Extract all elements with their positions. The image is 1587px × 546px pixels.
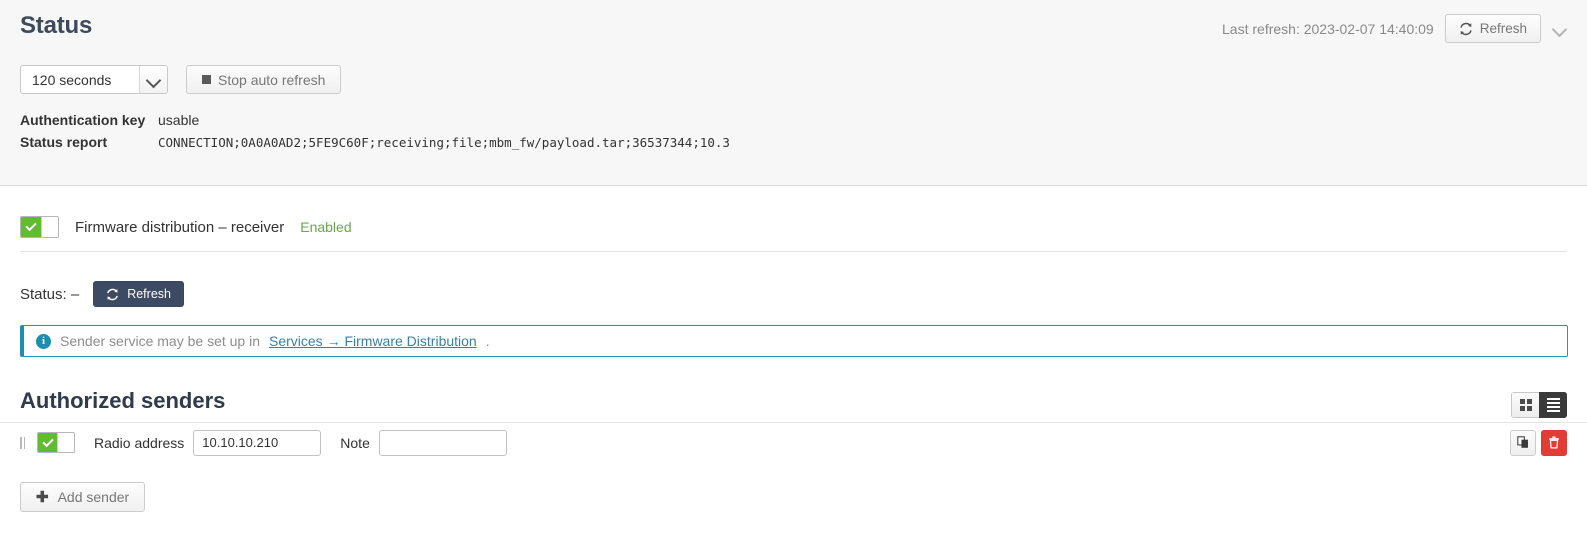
alert-text-before: Sender service may be set up in bbox=[60, 333, 260, 349]
header-refresh-group: Last refresh: 2023-02-07 14:40:09 Refres… bbox=[1222, 14, 1567, 43]
stop-auto-refresh-button[interactable]: Stop auto refresh bbox=[186, 65, 342, 94]
grid-icon bbox=[1519, 399, 1532, 411]
delete-sender-button[interactable] bbox=[1541, 429, 1567, 456]
last-refresh-label: Last refresh: 2023-02-07 14:40:09 bbox=[1222, 20, 1434, 37]
authorized-senders-heading: Authorized senders bbox=[20, 388, 226, 413]
firmware-receiver-toggle[interactable] bbox=[20, 216, 59, 238]
info-circle-icon: i bbox=[36, 333, 51, 349]
chevron-down-icon[interactable] bbox=[1552, 21, 1567, 36]
firmware-receiver-toggle-row: Firmware distribution – receiver Enabled bbox=[20, 216, 352, 238]
check-icon bbox=[25, 219, 37, 232]
list-icon bbox=[1546, 398, 1560, 412]
status-info-table: Authentication key usable Status report … bbox=[20, 110, 730, 153]
service-refresh-label: Refresh bbox=[127, 287, 171, 301]
stop-square-icon bbox=[202, 75, 211, 84]
firmware-distribution-link[interactable]: Services → Firmware Distribution bbox=[269, 333, 477, 349]
sender-setup-alert: i Sender service may be set up in Servic… bbox=[20, 325, 1568, 357]
refresh-icon bbox=[107, 288, 119, 300]
radio-address-input[interactable] bbox=[193, 429, 322, 456]
plus-icon: ✚ bbox=[36, 488, 49, 506]
auth-key-value: usable bbox=[158, 112, 200, 128]
page-title: Status bbox=[20, 12, 93, 39]
service-status-row: Status: – Refresh bbox=[20, 281, 184, 307]
section-divider bbox=[20, 251, 1567, 252]
refresh-icon bbox=[1460, 22, 1472, 35]
auto-refresh-controls: 120 seconds Stop auto refresh bbox=[20, 65, 342, 94]
radio-address-label: Radio address bbox=[94, 434, 185, 451]
refresh-interval-value: 120 seconds bbox=[21, 66, 139, 93]
stop-auto-refresh-label: Stop auto refresh bbox=[218, 71, 326, 88]
chevron-down-icon bbox=[146, 72, 161, 87]
toggle-on-segment bbox=[38, 433, 57, 452]
duplicate-sender-button[interactable] bbox=[1510, 429, 1536, 456]
duplicate-icon bbox=[1516, 436, 1528, 448]
trash-icon bbox=[1549, 436, 1559, 449]
toggle-on-segment bbox=[21, 217, 41, 237]
row-actions bbox=[1510, 429, 1567, 456]
status-panel: Status Last refresh: 2023-02-07 14:40:09… bbox=[0, 0, 1587, 186]
toggle-knob bbox=[57, 433, 74, 452]
sender-enabled-toggle[interactable] bbox=[37, 432, 75, 453]
status-report-label: Status report bbox=[20, 134, 108, 150]
service-status-label: Status: – bbox=[20, 285, 80, 303]
note-input[interactable] bbox=[378, 429, 507, 456]
header-refresh-label: Refresh bbox=[1479, 21, 1527, 36]
toggle-knob bbox=[41, 217, 58, 237]
refresh-interval-select[interactable]: 120 seconds bbox=[20, 65, 168, 94]
table-row: Radio address Note bbox=[0, 422, 1587, 462]
alert-text-after: . bbox=[485, 333, 490, 349]
refresh-interval-dropdown-arrow[interactable] bbox=[139, 66, 167, 93]
add-sender-button[interactable]: ✚ Add sender bbox=[20, 482, 146, 512]
drag-handle-icon[interactable] bbox=[20, 436, 25, 449]
note-label: Note bbox=[340, 434, 370, 451]
service-refresh-button[interactable]: Refresh bbox=[93, 281, 184, 307]
status-report-value: CONNECTION;0A0A0AD2;5FE9C60F;receiving;f… bbox=[158, 135, 730, 150]
firmware-receiver-label: Firmware distribution – receiver bbox=[75, 218, 285, 236]
auth-key-label: Authentication key bbox=[20, 112, 146, 128]
list-view-button[interactable] bbox=[1539, 392, 1567, 418]
firmware-receiver-state: Enabled bbox=[300, 219, 352, 235]
grid-view-button[interactable] bbox=[1511, 392, 1539, 418]
header-refresh-button[interactable]: Refresh bbox=[1444, 14, 1541, 43]
check-icon bbox=[41, 435, 54, 447]
view-mode-toggle bbox=[1511, 392, 1567, 418]
add-sender-label: Add sender bbox=[57, 489, 130, 505]
